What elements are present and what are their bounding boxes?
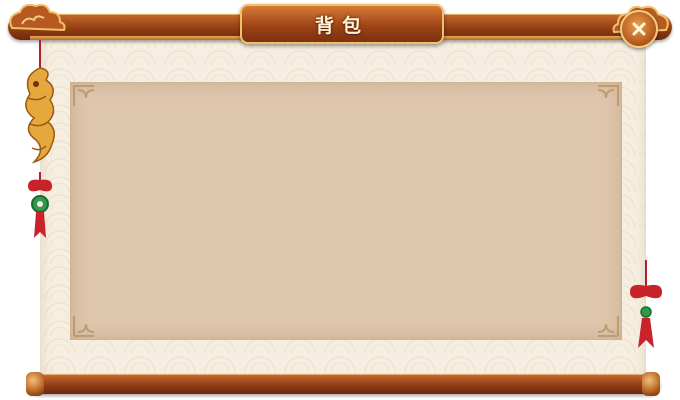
rod-end-cap bbox=[642, 372, 660, 396]
corner-ornament-icon bbox=[72, 84, 102, 114]
close-icon bbox=[632, 22, 646, 36]
corner-ornament-icon bbox=[72, 308, 102, 338]
rod-end-cap bbox=[26, 372, 44, 396]
corner-ornament-icon bbox=[590, 308, 620, 338]
close-button[interactable] bbox=[620, 10, 658, 48]
cloud-ornament-icon bbox=[4, 2, 74, 36]
title-plaque: 背包 bbox=[240, 4, 444, 44]
bottom-scroll-rod bbox=[28, 374, 660, 394]
inventory-content-area bbox=[70, 82, 622, 340]
window-title: 背包 bbox=[314, 14, 369, 37]
tassel-icon bbox=[626, 260, 666, 350]
dragon-icon bbox=[14, 40, 66, 240]
corner-ornament-icon bbox=[590, 84, 620, 114]
